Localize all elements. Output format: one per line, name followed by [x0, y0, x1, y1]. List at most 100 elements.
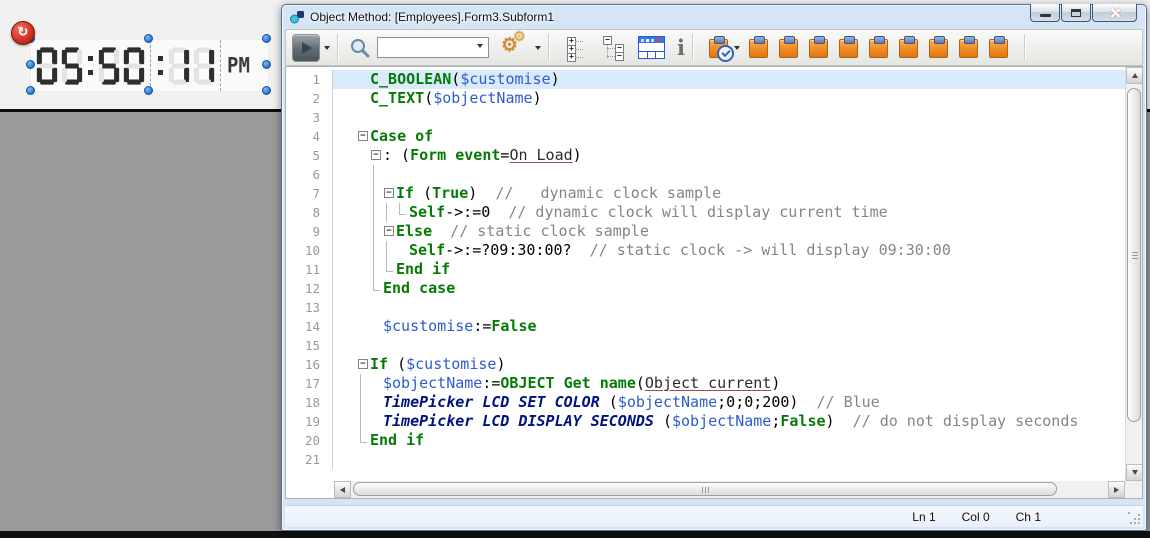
code-token: // do not display seconds	[835, 412, 1079, 430]
clipboard-button[interactable]	[749, 36, 770, 60]
window-titlebar[interactable]: Object Method: [Employees].Form3.Subform…	[285, 5, 1143, 29]
fold-toggle-icon[interactable]: −	[370, 146, 383, 165]
clipboard-menu-button[interactable]	[709, 36, 730, 60]
code-token: Self	[409, 241, 445, 259]
toolbar-separator	[548, 34, 549, 61]
vertical-scroll-track[interactable]	[1126, 84, 1142, 464]
clipboard-button[interactable]	[869, 36, 890, 60]
resize-grip[interactable]	[1128, 512, 1141, 525]
scroll-up-button[interactable]	[1126, 67, 1143, 84]
search-input[interactable]	[378, 40, 471, 55]
line-number[interactable]: 15	[286, 336, 333, 355]
selection-handle[interactable]	[262, 60, 271, 69]
code-line[interactable]: 18TimePicker LCD SET COLOR ($objectName;…	[286, 393, 1125, 412]
selection-handle[interactable]	[144, 34, 153, 43]
line-number[interactable]: 6	[286, 165, 333, 184]
horizontal-scroll-thumb[interactable]	[353, 482, 1057, 496]
selection-handle[interactable]	[26, 86, 35, 95]
horizontal-scrollbar[interactable]	[286, 481, 1125, 498]
clipboard-icon	[929, 39, 948, 58]
line-number[interactable]: 7	[286, 184, 333, 203]
code-line[interactable]: 16−If ($customise)	[286, 355, 1125, 374]
fold-toggle-icon[interactable]: −	[357, 355, 370, 374]
code-area[interactable]: 1C_BOOLEAN($customise)2C_TEXT($objectNam…	[286, 67, 1125, 481]
run-method-button[interactable]	[292, 34, 320, 62]
vertical-scroll-thumb[interactable]	[1127, 88, 1141, 422]
line-number[interactable]: 2	[286, 89, 333, 108]
line-number[interactable]: 9	[286, 222, 333, 241]
code-token: If	[370, 355, 388, 373]
method-properties-button form-window-icon[interactable]	[638, 36, 665, 59]
code-line[interactable]: 20End if	[286, 431, 1125, 450]
clipboard-button[interactable]	[899, 36, 920, 60]
code-line[interactable]: 7−If (True) // dynamic clock sample	[286, 184, 1125, 203]
line-number[interactable]: 10	[286, 241, 333, 260]
line-number[interactable]: 17	[286, 374, 333, 393]
macros-dropdown-arrow-icon[interactable]	[535, 46, 541, 53]
line-number[interactable]: 14	[286, 317, 333, 336]
code-line[interactable]: 3	[286, 108, 1125, 127]
vertical-scrollbar[interactable]	[1125, 67, 1142, 481]
code-line[interactable]: 10Self->:=?09:30:00? // static clock -> …	[286, 241, 1125, 260]
scroll-right-button[interactable]	[1108, 481, 1125, 498]
line-number[interactable]: 12	[286, 279, 333, 298]
clipboard-button[interactable]	[989, 36, 1010, 60]
collapse-all-button[interactable]	[602, 35, 628, 61]
code-line[interactable]: 2C_TEXT($objectName)	[286, 89, 1125, 108]
fold-toggle-icon[interactable]: −	[383, 184, 396, 203]
search-dropdown-button[interactable]	[471, 38, 488, 57]
line-number[interactable]: 3	[286, 108, 333, 127]
clipboard-button[interactable]	[779, 36, 800, 60]
code-line[interactable]: 15	[286, 336, 1125, 355]
fold-toggle-icon[interactable]: −	[383, 222, 396, 241]
clipboard-button[interactable]	[839, 36, 860, 60]
code-line[interactable]: 13	[286, 298, 1125, 317]
line-number[interactable]: 5	[286, 146, 333, 165]
scroll-left-button[interactable]	[334, 481, 351, 498]
lcd-clock-widget[interactable]: PM	[30, 39, 269, 92]
indent-guide	[383, 203, 396, 222]
code-line[interactable]: 12End case	[286, 279, 1125, 298]
line-number[interactable]: 13	[286, 298, 333, 317]
indent-guide	[357, 412, 370, 431]
code-line[interactable]: 8Self->:=0 // dynamic clock will display…	[286, 203, 1125, 222]
search-combobox[interactable]	[377, 37, 489, 58]
run-dropdown-arrow-icon[interactable]	[324, 46, 330, 53]
line-number[interactable]: 20	[286, 431, 333, 450]
code-line[interactable]: 11End if	[286, 260, 1125, 279]
code-line[interactable]: 6	[286, 165, 1125, 184]
code-line[interactable]: 5−: (Form event=On Load)	[286, 146, 1125, 165]
code-line[interactable]: 1C_BOOLEAN($customise)	[286, 70, 1125, 89]
selection-handle[interactable]	[262, 86, 271, 95]
code-line[interactable]: 9−Else // static clock sample	[286, 222, 1125, 241]
clipboard-button[interactable]	[959, 36, 980, 60]
code-line[interactable]: 17$objectName:=OBJECT Get name(Object cu…	[286, 374, 1125, 393]
info-button info-icon[interactable]: i	[677, 36, 685, 60]
line-number[interactable]: 21	[286, 450, 333, 469]
execute-event-badge-icon[interactable]: ↻	[11, 21, 35, 45]
selection-handle[interactable]	[144, 86, 153, 95]
fold-toggle-icon[interactable]: −	[357, 127, 370, 146]
expand-all-button[interactable]	[566, 35, 592, 61]
line-number[interactable]: 19	[286, 412, 333, 431]
maximize-button[interactable]	[1061, 4, 1091, 22]
line-number[interactable]: 16	[286, 355, 333, 374]
line-number[interactable]: 11	[286, 260, 333, 279]
horizontal-scroll-track[interactable]	[351, 481, 1108, 498]
code-line[interactable]: 21	[286, 450, 1125, 469]
line-number[interactable]: 4	[286, 127, 333, 146]
selection-handle[interactable]	[26, 60, 35, 69]
minimize-button[interactable]	[1030, 4, 1060, 22]
line-number[interactable]: 8	[286, 203, 333, 222]
macros-button gears-icon[interactable]	[501, 35, 531, 61]
line-number[interactable]: 18	[286, 393, 333, 412]
code-line[interactable]: 4−Case of	[286, 127, 1125, 146]
scroll-down-button[interactable]	[1126, 464, 1143, 481]
line-number[interactable]: 1	[286, 70, 333, 89]
code-line[interactable]: 19TimePicker LCD DISPLAY SECONDS ($objec…	[286, 412, 1125, 431]
clipboard-button[interactable]	[809, 36, 830, 60]
close-button[interactable]	[1092, 4, 1137, 22]
selection-handle[interactable]	[262, 34, 271, 43]
clipboard-button[interactable]	[929, 36, 950, 60]
code-line[interactable]: 14$customise:=False	[286, 317, 1125, 336]
